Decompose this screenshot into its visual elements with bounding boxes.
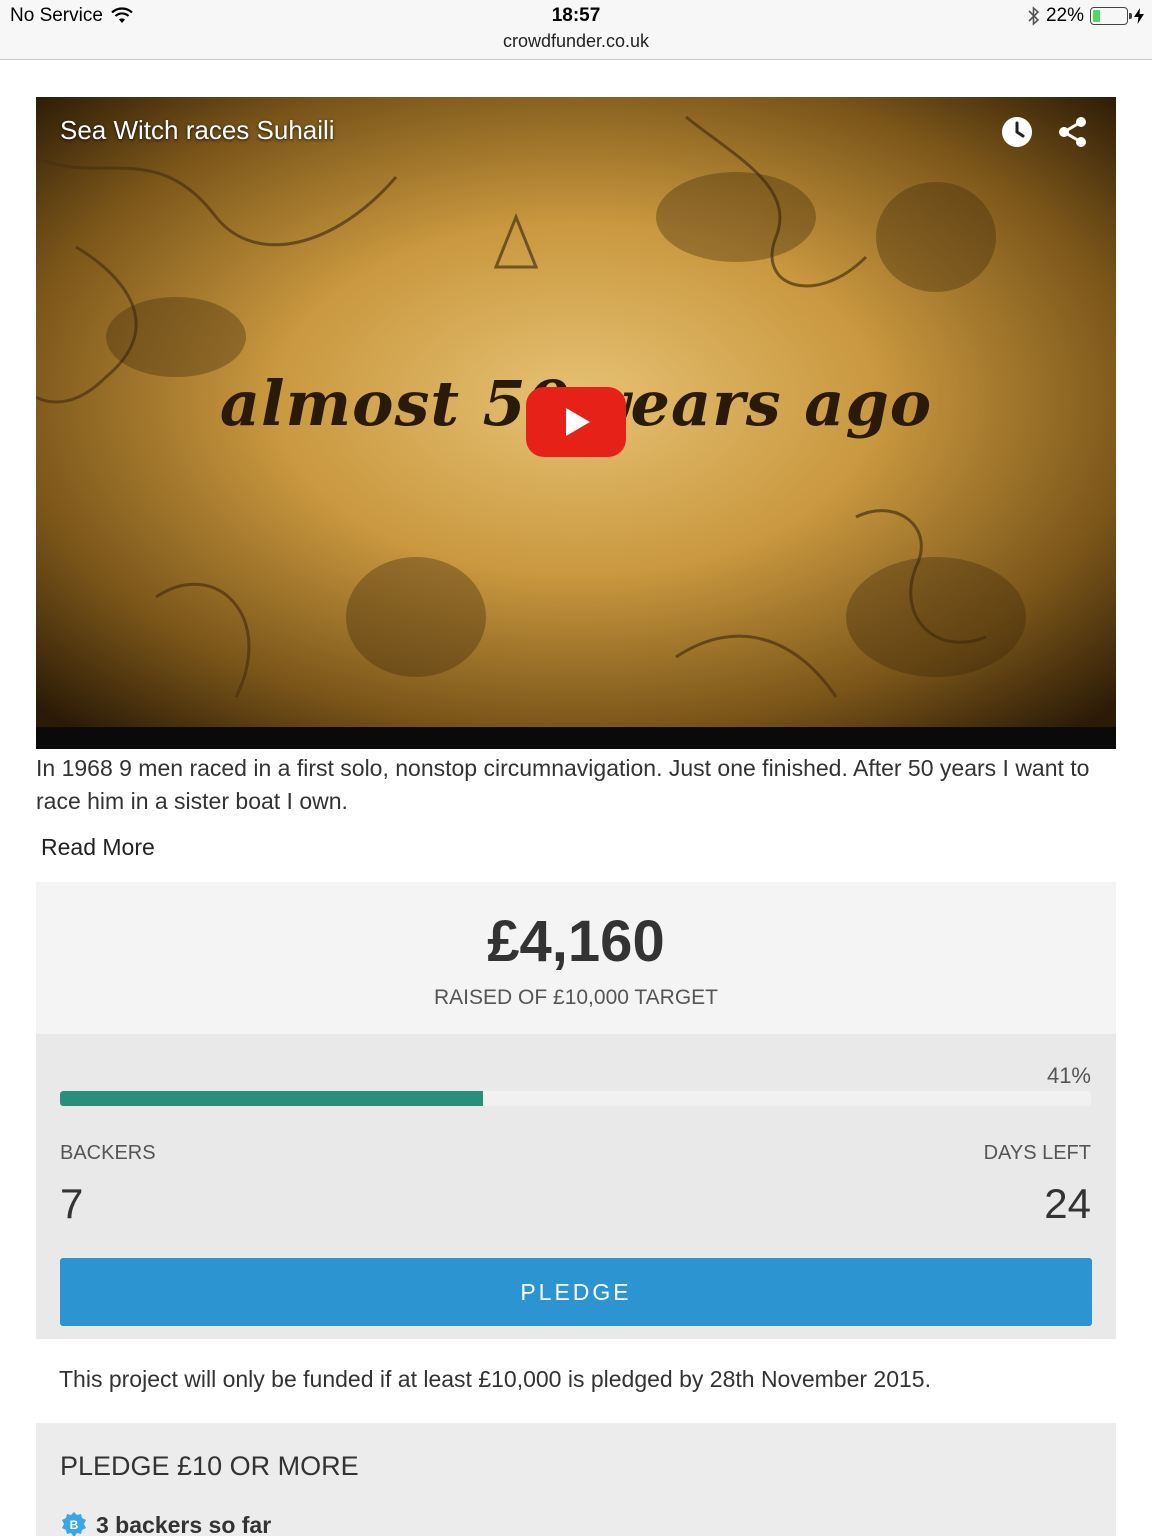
play-icon[interactable] [526,387,626,457]
video-player[interactable]: almost 50 years ago Sea Witch races Suha… [36,97,1116,749]
video-title[interactable]: Sea Witch races Suhaili [60,115,335,146]
charging-icon [1134,8,1144,24]
reward-card[interactable]: PLEDGE £10 OR MORE B 3 backers so far [36,1423,1116,1536]
bluetooth-icon [1028,6,1040,26]
watch-later-icon[interactable] [1000,115,1034,149]
share-icon[interactable] [1056,115,1090,149]
pledge-button[interactable]: PLEDGE [60,1258,1092,1326]
days-left-count: 24 [1044,1180,1091,1227]
battery-level [1093,10,1101,22]
backers-count: 7 [60,1180,84,1227]
backers-label: BACKERS [60,1142,156,1164]
clock: 18:57 [551,5,601,26]
progress-bar-fill [60,1091,483,1106]
svg-text:B: B [70,1518,79,1532]
reward-backers-text: 3 backers so far [96,1511,272,1536]
battery-icon [1090,7,1132,25]
read-more-link[interactable]: Read More [41,834,155,861]
battery-percent: 22% [1045,5,1084,26]
video-bottom-bar [36,727,1116,749]
days-left-label: DAYS LEFT [983,1142,1091,1164]
backer-badge-icon: B [62,1512,86,1536]
status-bar: No Service 18:57 crowdfunder.co.uk 22% [0,0,1152,60]
address-bar-url[interactable]: crowdfunder.co.uk [0,31,1152,52]
percent-funded: 41% [1046,1063,1091,1088]
status-right: 22% [1028,5,1144,27]
funding-condition-note: This project will only be funded if at l… [59,1366,931,1392]
progress-bar [60,1091,1091,1106]
reward-backers: B 3 backers so far [60,1511,271,1536]
funding-summary: £4,160 RAISED OF £10,000 TARGET [36,882,1116,1034]
reward-title: PLEDGE £10 OR MORE [60,1451,359,1481]
amount-raised: £4,160 [487,909,665,974]
video-actions [1000,115,1090,149]
raised-of-target-label: RAISED OF £10,000 TARGET [434,986,718,1009]
funding-stats: 41% BACKERS DAYS LEFT 7 24 PLEDGE [36,1034,1116,1339]
project-description: In 1968 9 men raced in a first solo, non… [36,755,1090,814]
